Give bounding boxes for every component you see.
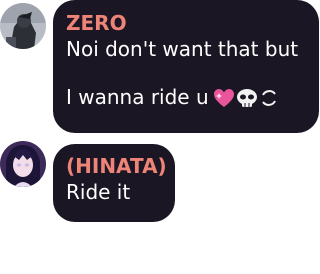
avatar[interactable] [0, 141, 46, 187]
sender-name: (HINATA) [66, 154, 167, 178]
circle-arrows-icon [261, 90, 276, 106]
message-text: Noi don't want that but [66, 37, 299, 61]
sender-name: ZERO [66, 11, 127, 35]
sparkling-heart-icon [213, 89, 234, 107]
message-text-line: I wanna ride u [66, 84, 306, 110]
message-text: I wanna ride u [66, 85, 209, 109]
avatar[interactable] [0, 3, 46, 49]
avatar-zero-image [0, 3, 46, 49]
avatar-hinata-image [0, 141, 46, 187]
chat-thread: ZERO Noi don't want that but I wanna rid… [0, 0, 320, 274]
emoji-group [213, 88, 280, 108]
message-bubble: (HINATA) Ride it [53, 144, 175, 222]
message-bubble: ZERO Noi don't want that but I wanna rid… [53, 0, 319, 133]
skull-icon [236, 89, 257, 107]
message-text: Ride it [66, 180, 131, 204]
